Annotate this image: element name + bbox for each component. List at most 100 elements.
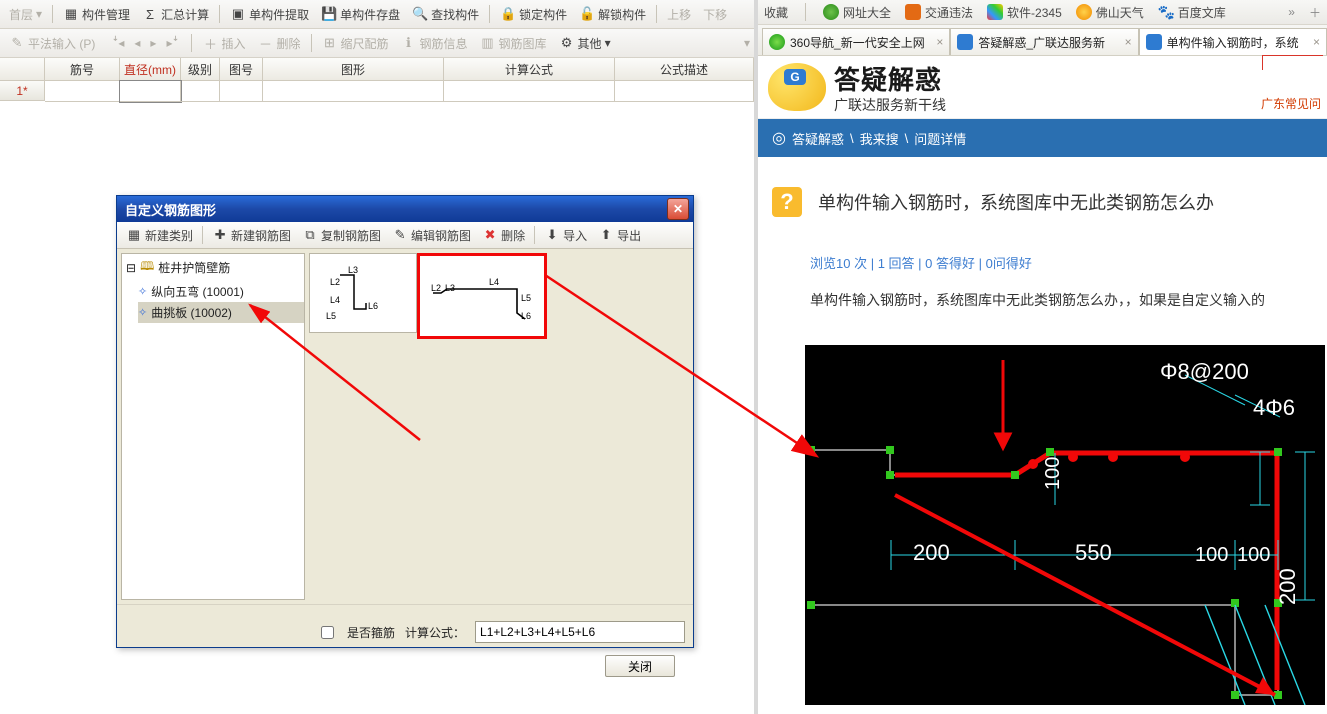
grid-row-1[interactable]: 1* xyxy=(0,81,754,101)
col-desc[interactable]: 公式描述 xyxy=(615,58,754,80)
tab-close-icon[interactable]: × xyxy=(1313,35,1320,49)
bookmark-weather[interactable]: 佛山天气 xyxy=(1076,4,1144,21)
copy-figure-button[interactable]: ⧉复制钢筋图 xyxy=(297,226,386,245)
collapse-icon[interactable]: ⊟ xyxy=(126,261,136,275)
globe-icon xyxy=(823,4,839,20)
nav-last-icon[interactable]: ▸ꜜ xyxy=(166,36,178,50)
bookmark-add-icon[interactable]: ＋ xyxy=(1309,4,1321,21)
tab-close-icon[interactable]: × xyxy=(1125,35,1132,49)
crumb-1[interactable]: 答疑解惑 xyxy=(792,129,844,148)
newcat-icon: ▦ xyxy=(126,227,142,243)
scale-rebar-button[interactable]: ⊞缩尺配筋 xyxy=(317,34,394,53)
extract-icon: ▣ xyxy=(230,6,246,22)
svg-text:L5: L5 xyxy=(326,311,336,321)
nav-first-icon[interactable]: ꜜ◂ xyxy=(112,36,124,50)
bookmark-favorites[interactable]: 收藏 xyxy=(764,4,788,21)
dialog-title-text: 自定义钢筋图形 xyxy=(125,200,216,219)
bookmark-overflow-icon[interactable]: » xyxy=(1288,5,1295,19)
edit-figure-button[interactable]: ✎编辑钢筋图 xyxy=(387,226,476,245)
move-up-button[interactable]: 上移 xyxy=(662,5,696,24)
newfig-icon: ✚ xyxy=(212,227,228,243)
nav-prev-icon[interactable]: ◂ xyxy=(134,36,140,50)
new-category-button[interactable]: ▦新建类别 xyxy=(121,226,198,245)
bookmark-sites[interactable]: 网址大全 xyxy=(823,4,891,21)
import-button[interactable]: ⬇导入 xyxy=(539,226,592,245)
custom-rebar-dialog: 自定义钢筋图形 ✕ ▦新建类别 ✚新建钢筋图 ⧉复制钢筋图 ✎编辑钢筋图 ✖删除… xyxy=(116,195,694,648)
stat-good-answer[interactable]: 0 答得好 xyxy=(925,256,975,271)
single-extract-button[interactable]: ▣单构件提取 xyxy=(225,5,314,24)
cad-dim-200v: 200 xyxy=(1275,568,1300,605)
site-brand-bar: 答疑解惑 广联达服务新干线 广东常见问 xyxy=(758,56,1327,119)
svg-text:L6: L6 xyxy=(368,301,378,311)
copy-icon: ⧉ xyxy=(302,227,318,243)
export-button[interactable]: ⬆导出 xyxy=(593,226,646,245)
tree-item-10001[interactable]: ✧纵向五弯 (10001) xyxy=(138,281,304,302)
is-stirrup-checkbox[interactable] xyxy=(321,626,334,639)
rebar-info-button[interactable]: ℹ钢筋信息 xyxy=(396,34,473,53)
other-dropdown[interactable]: ⚙其他 ▾ xyxy=(554,34,616,53)
shape-thumb-1[interactable]: L3 L2 L4 L5 L6 xyxy=(309,253,417,333)
toolbar-overflow-icon[interactable]: ▾ xyxy=(744,36,750,50)
bookmark-traffic[interactable]: 交通违法 xyxy=(905,4,973,21)
pin-icon: ◎ xyxy=(772,128,786,148)
brand-hot-link[interactable]: 广东常见问 xyxy=(1261,95,1321,112)
col-rebar-no[interactable]: 筋号 xyxy=(45,58,120,80)
col-diameter[interactable]: 直径(mm) xyxy=(120,58,181,80)
rebar-library-button[interactable]: ▥钢筋图库 xyxy=(475,34,552,53)
stat-views[interactable]: 浏览10 次 xyxy=(810,256,867,271)
tree-root-item[interactable]: ⊟ 🕮 桩井护筒壁筋 xyxy=(122,254,304,281)
unlock-button[interactable]: 🔓解锁构件 xyxy=(574,5,651,24)
question-stats: 浏览10 次 | 1 回答 | 0 答得好 | 0问得好 xyxy=(810,253,1313,272)
stat-answers[interactable]: 1 回答 xyxy=(878,256,915,271)
flat-input-button[interactable]: ✎平法输入 (P) xyxy=(4,34,100,53)
move-down-button[interactable]: 下移 xyxy=(698,5,732,24)
col-figure-no[interactable]: 图号 xyxy=(220,58,263,80)
crumb-3[interactable]: 问题详情 xyxy=(914,129,966,148)
import-icon: ⬇ xyxy=(544,227,560,243)
tab-close-icon[interactable]: × xyxy=(936,35,943,49)
delete-figure-button[interactable]: ✖删除 xyxy=(477,226,530,245)
list-icon: ▦ xyxy=(63,6,79,22)
360-icon xyxy=(769,34,785,50)
nav-next-icon[interactable]: ▸ xyxy=(150,36,156,50)
stat-good-question[interactable]: 0问得好 xyxy=(986,256,1032,271)
cad-dim-200: 200 xyxy=(913,540,950,565)
tree-item-10002[interactable]: ✧曲挑板 (10002) xyxy=(138,302,304,323)
formula-input[interactable] xyxy=(475,621,685,643)
col-formula[interactable]: 计算公式 xyxy=(444,58,615,80)
tab-360nav[interactable]: 360导航_新一代安全上网× xyxy=(762,28,950,55)
tab-glodon-faq[interactable]: 答疑解惑_广联达服务新× xyxy=(950,28,1138,55)
bookmark-2345[interactable]: 软件-2345 xyxy=(987,4,1062,21)
svg-text:L2: L2 xyxy=(431,283,441,293)
book-icon: 🕮 xyxy=(140,257,154,278)
new-figure-button[interactable]: ✚新建钢筋图 xyxy=(207,226,296,245)
tab-question[interactable]: 单构件输入钢筋时，系统× xyxy=(1139,28,1327,55)
dialog-bottom-bar: 是否箍筋 计算公式： xyxy=(117,604,693,655)
question-area: ? 单构件输入钢筋时，系统图库中无此类钢筋怎么办 浏览10 次 | 1 回答 |… xyxy=(758,157,1327,320)
crumb-2[interactable]: 我来搜 xyxy=(860,129,899,148)
car-icon xyxy=(905,4,921,20)
cad-dim-550: 550 xyxy=(1075,540,1112,565)
col-level[interactable]: 级别 xyxy=(181,58,220,80)
bookmark-baidu-wenku[interactable]: 🐾百度文库 xyxy=(1158,4,1226,21)
dialog-close-button[interactable]: ✕ xyxy=(667,198,689,220)
dialog-close-footer-button[interactable]: 关闭 xyxy=(605,655,675,677)
cad-text-4phi6: 4Φ6 xyxy=(1253,395,1295,420)
insert-button[interactable]: ＋插入 xyxy=(197,34,250,53)
dialog-titlebar[interactable]: 自定义钢筋图形 ✕ xyxy=(117,196,693,222)
save-icon: 💾 xyxy=(321,6,337,22)
glodon-icon xyxy=(1146,34,1162,50)
minus-icon: － xyxy=(257,35,273,51)
col-shape[interactable]: 图形 xyxy=(263,58,444,80)
single-save-button[interactable]: 💾单构件存盘 xyxy=(316,5,405,24)
category-tree[interactable]: ⊟ 🕮 桩井护筒壁筋 ✧纵向五弯 (10001) ✧曲挑板 (10002) xyxy=(121,253,305,600)
sum-calc-button[interactable]: Σ汇总计算 xyxy=(137,5,214,24)
formula-label: 计算公式： xyxy=(405,624,465,641)
lock-button[interactable]: 🔒锁定构件 xyxy=(495,5,572,24)
layer-dropdown[interactable]: 首层 ▾ xyxy=(4,5,47,24)
delete-button[interactable]: －删除 xyxy=(252,34,305,53)
brand-red-corner xyxy=(1262,55,1323,70)
component-manage-button[interactable]: ▦构件管理 xyxy=(58,5,135,24)
shape-thumb-2-selected[interactable]: L2 L3 L4 L5 L6 xyxy=(417,253,547,339)
find-component-button[interactable]: 🔍查找构件 xyxy=(407,5,484,24)
